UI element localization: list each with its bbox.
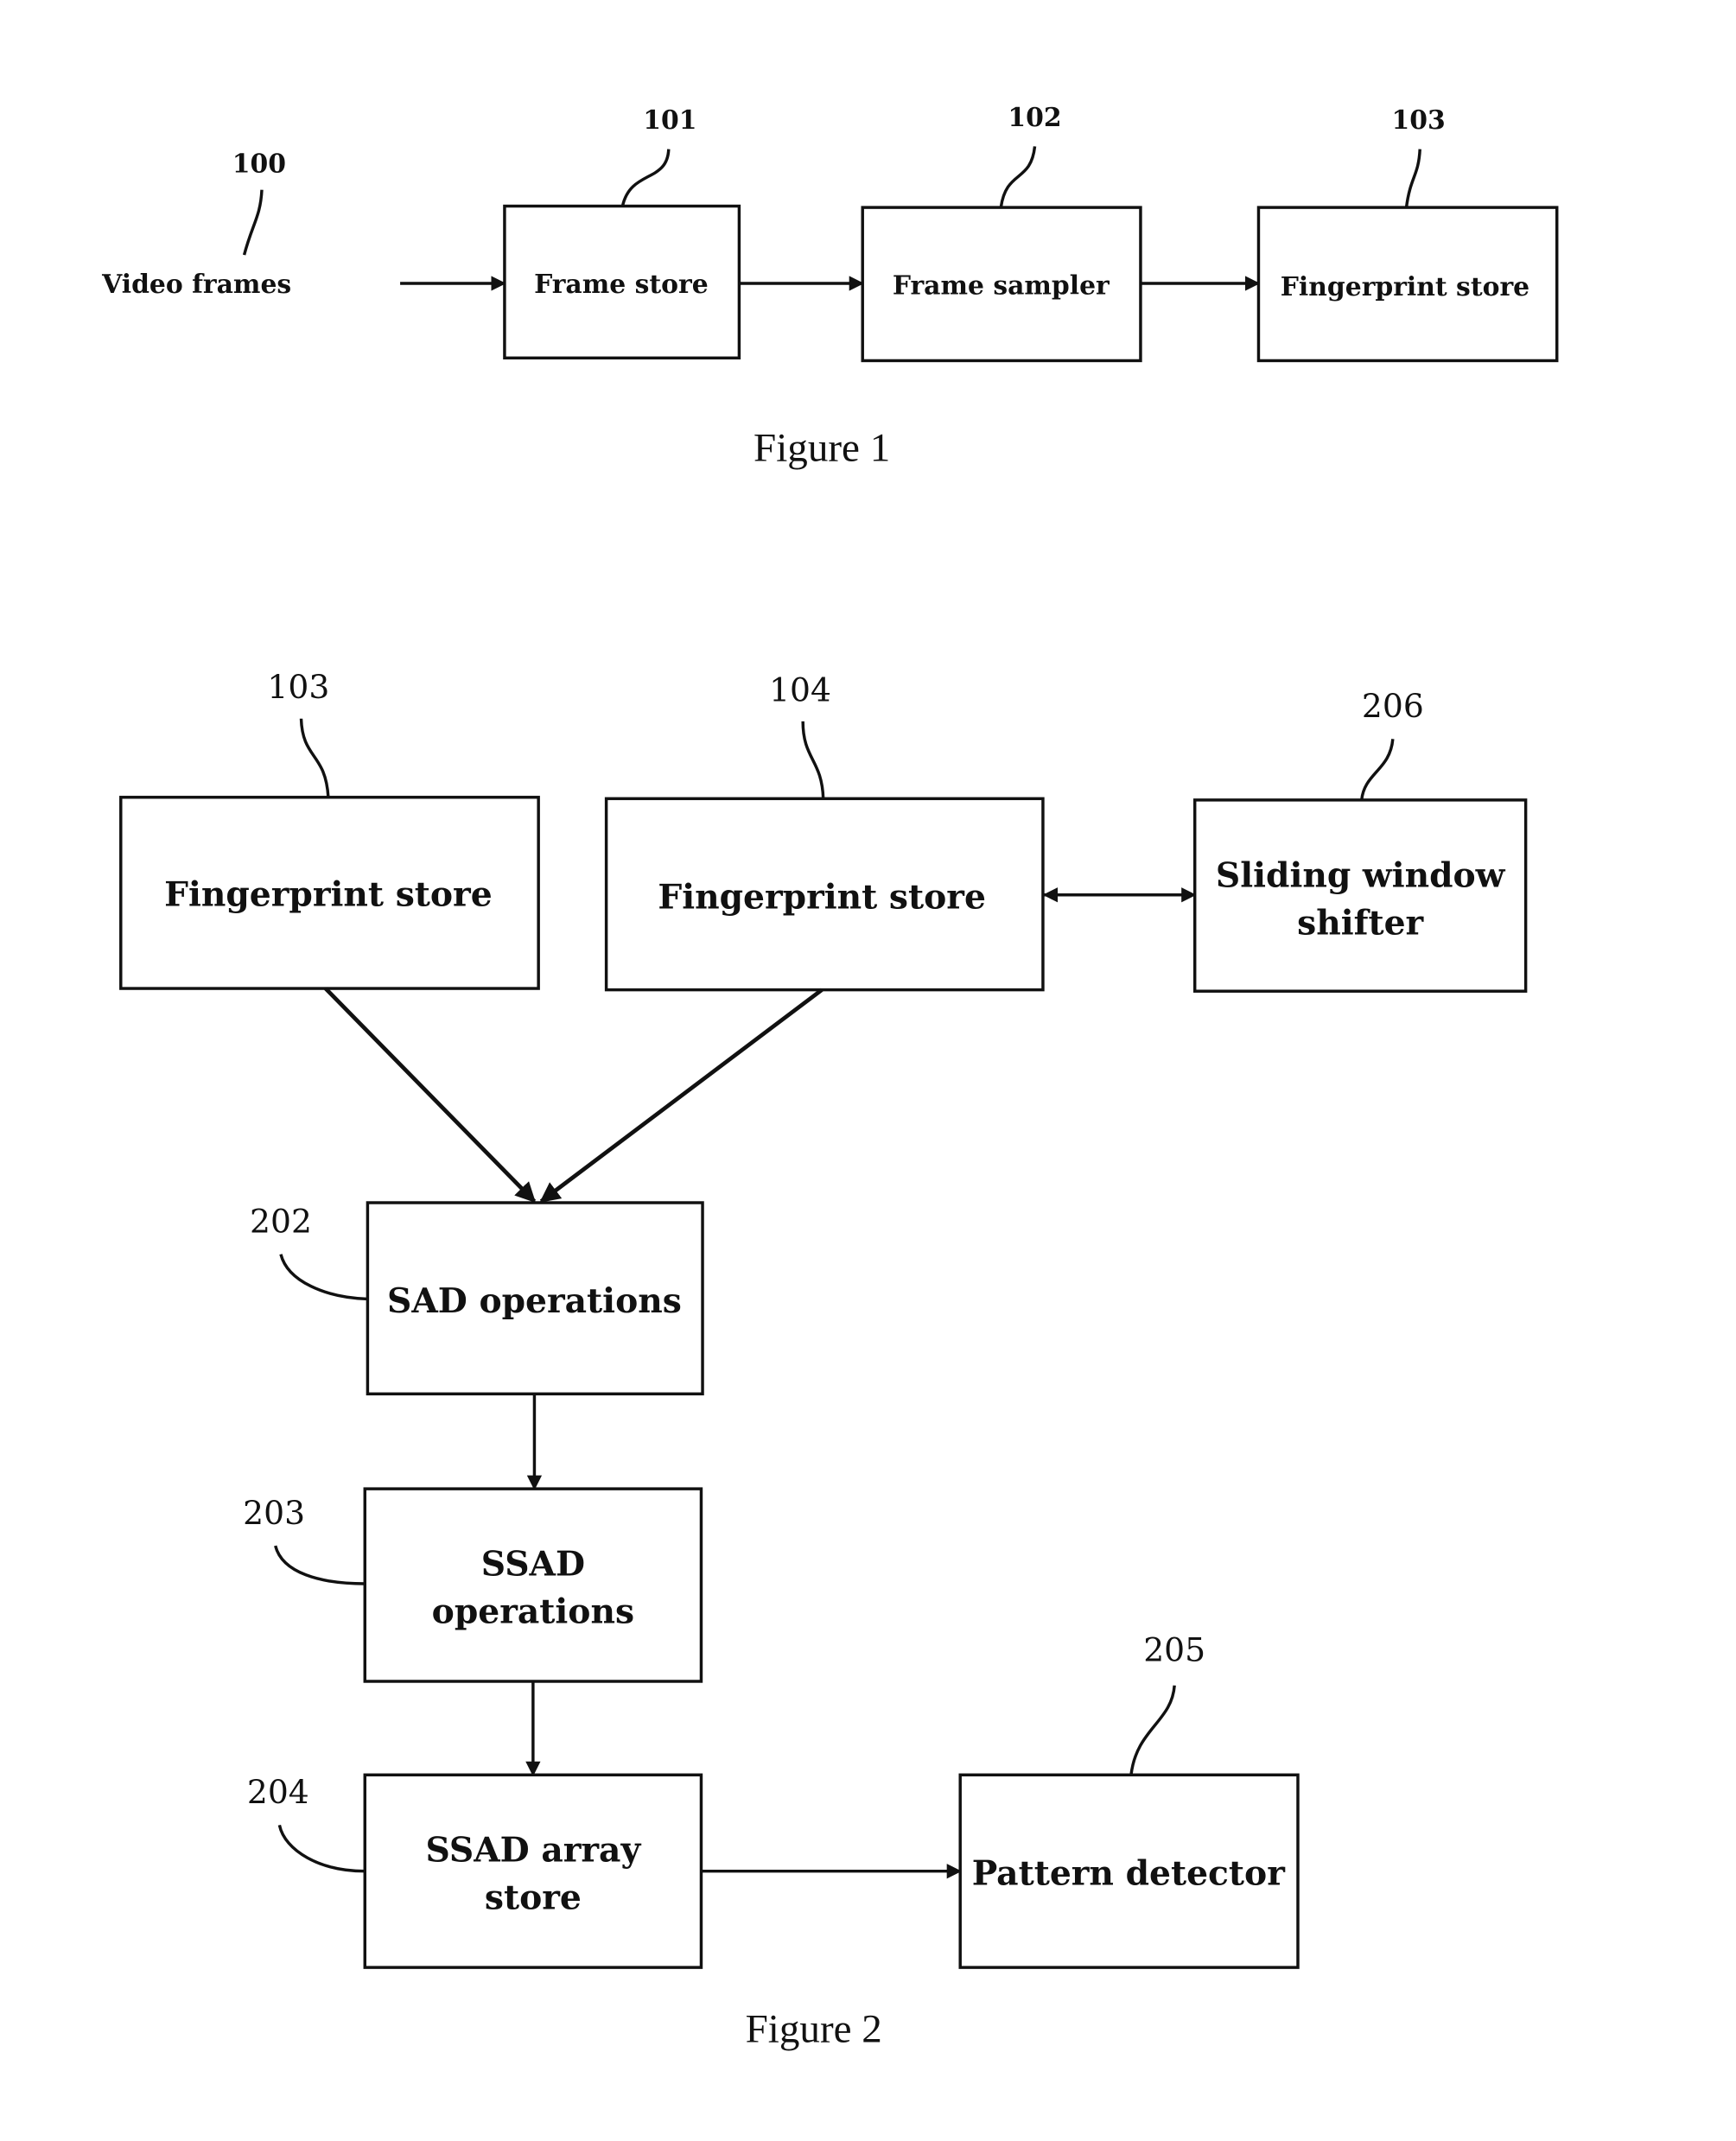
frame-sampler-label: Frame sampler: [893, 271, 1110, 302]
sliding-window-shifter-label-line1: Sliding window: [1216, 855, 1506, 895]
ref-101: 101: [643, 105, 696, 136]
ssad-operations-label-line2: operations: [432, 1592, 634, 1632]
figure-2: 103 Fingerprint store 104 Fingerprint st…: [119, 668, 1528, 2051]
leader-line-103-fig2: [299, 718, 330, 797]
ref-206: 206: [1362, 687, 1424, 725]
ref-203: 203: [243, 1494, 305, 1532]
ssad-operations-label-line1: SSAD: [481, 1545, 585, 1585]
sliding-window-shifter-label-line2: shifter: [1297, 903, 1424, 943]
frame-store-label: Frame store: [534, 270, 709, 300]
ref-103: 103: [1392, 105, 1446, 136]
figure-1-caption: Figure 1: [754, 426, 890, 471]
ref-102: 102: [1008, 103, 1061, 133]
fingerprint-store-103-label: Fingerprint store: [164, 874, 493, 914]
ref-202: 202: [250, 1203, 312, 1241]
leader-line-101: [620, 149, 671, 206]
ssad-array-store-label-line1: SSAD array: [425, 1831, 641, 1871]
arrow-fp103-to-sad: [324, 987, 537, 1204]
leader-line-100: [242, 189, 264, 256]
ref-103-fig2: 103: [267, 668, 329, 706]
pattern-detector-label: Pattern detector: [972, 1853, 1286, 1893]
ssad-array-store-label-line2: store: [485, 1878, 582, 1918]
leader-line-104: [801, 721, 825, 799]
fingerprint-store-label: Fingerprint store: [1281, 272, 1529, 302]
ssad-array-store-block: [363, 1773, 703, 1969]
fingerprint-store-104-label: Fingerprint store: [658, 877, 986, 917]
figure-2-caption: Figure 2: [746, 2006, 882, 2051]
leader-line-204: [277, 1824, 366, 1873]
leader-line-203: [274, 1545, 366, 1585]
ref-204: 204: [247, 1773, 309, 1811]
leader-line-202: [279, 1254, 368, 1301]
leader-line-205: [1129, 1685, 1176, 1776]
leader-line-103: [1404, 149, 1421, 208]
leader-line-102: [999, 146, 1037, 208]
patent-drawing: 100 Video frames 101 Frame store 102 Fra…: [101, 103, 1559, 2051]
ref-205: 205: [1143, 1630, 1205, 1668]
sad-operations-label: SAD operations: [387, 1281, 682, 1321]
sliding-window-shifter-block: [1192, 798, 1528, 993]
figure-1: 100 Video frames 101 Frame store 102 Fra…: [101, 103, 1559, 471]
ssad-operations-block: [363, 1487, 703, 1683]
video-frames-label: Video frames: [101, 270, 291, 300]
ref-104: 104: [769, 670, 831, 708]
arrow-fp104-to-sad: [539, 988, 823, 1204]
ref-100: 100: [232, 149, 286, 179]
leader-line-206: [1360, 739, 1395, 801]
